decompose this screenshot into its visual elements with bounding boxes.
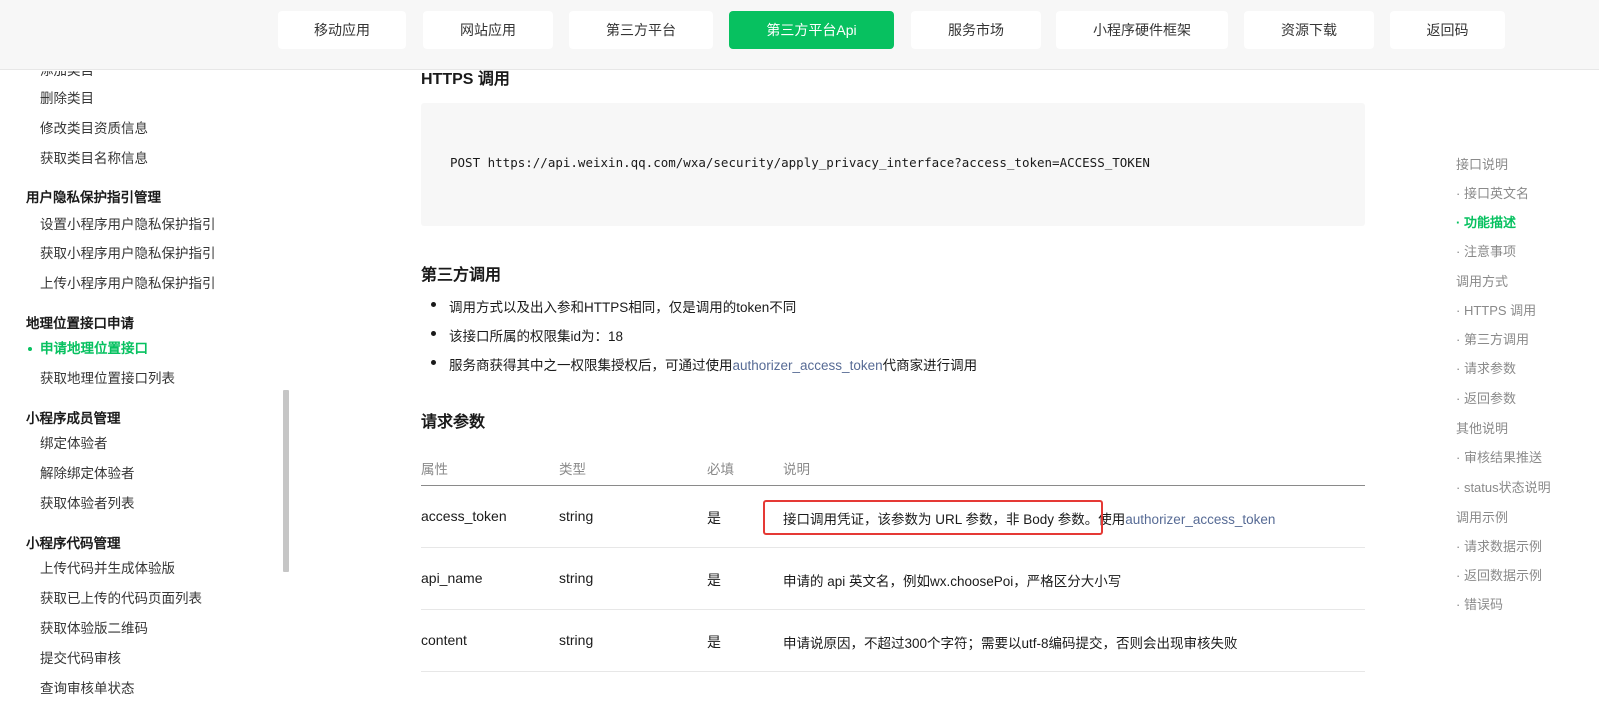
table-row-divider xyxy=(421,547,1365,548)
sidebar-item-submit-audit[interactable]: 提交代码审核 xyxy=(40,650,121,668)
table-cell-desc: 申请说原因，不超过300个字符；需要以utf-8编码提交，否则会出现审核失败 xyxy=(783,636,1238,651)
table-cell-required: 是 xyxy=(707,510,721,526)
toc-item-third-party[interactable]: · 第三方调用 xyxy=(1456,329,1529,348)
tab-hardware-framework[interactable]: 小程序硬件框架 xyxy=(1056,11,1228,49)
table-cell-required: 是 xyxy=(707,634,721,650)
sidebar-item-bind-tester[interactable]: 绑定体验者 xyxy=(40,435,108,453)
sidebar-item-tester-list[interactable]: 获取体验者列表 xyxy=(40,495,135,513)
sidebar-group-code[interactable]: 小程序代码管理 xyxy=(26,535,121,553)
table-cell-desc: 申请的 api 英文名，例如wx.choosePoi，严格区分大小写 xyxy=(783,574,1122,589)
tab-third-party-platform[interactable]: 第三方平台 xyxy=(569,11,713,49)
toc-item-function[interactable]: · 功能描述 xyxy=(1456,212,1516,231)
sidebar-group-privacy[interactable]: 用户隐私保护指引管理 xyxy=(26,189,161,207)
sidebar-group-location[interactable]: 地理位置接口申请 xyxy=(26,315,134,333)
request-url-code: POST https://api.weixin.qq.com/wxa/secur… xyxy=(450,155,1150,170)
toc-item-request-params[interactable]: · 请求参数 xyxy=(1456,358,1516,377)
toc-item-api-name[interactable]: · 接口英文名 xyxy=(1456,183,1529,202)
request-params-title: 请求参数 xyxy=(421,414,486,431)
sidebar-item-add-category[interactable]: 添加类目 xyxy=(40,71,94,80)
table-header-desc: 说明 xyxy=(783,462,810,477)
toc-item-request-example[interactable]: · 请求数据示例 xyxy=(1456,536,1542,555)
top-navigation: 移动应用 网站应用 第三方平台 第三方平台Api 服务市场 小程序硬件框架 资源… xyxy=(0,0,1599,70)
tab-mobile-app[interactable]: 移动应用 xyxy=(278,11,406,49)
table-header-type: 类型 xyxy=(559,462,586,477)
authorizer-token-link[interactable]: authorizer_access_token xyxy=(1125,512,1275,527)
toc-item-other[interactable]: 其他说明 xyxy=(1456,418,1508,437)
toc-item-response-example[interactable]: · 返回数据示例 xyxy=(1456,565,1542,584)
sidebar-item-delete-category[interactable]: 删除类目 xyxy=(40,90,94,108)
table-header-divider xyxy=(421,485,1365,486)
list-item: 服务商获得其中之一权限集授权后，可通过使用authorizer_access_t… xyxy=(431,354,977,374)
toc-item-https[interactable]: · HTTPS 调用 xyxy=(1456,300,1536,319)
highlight-box xyxy=(763,500,1103,535)
list-item: 该接口所属的权限集id为：18 xyxy=(431,325,623,345)
sidebar-scrollbar[interactable] xyxy=(283,390,289,572)
sidebar-item-unbind-tester[interactable]: 解除绑定体验者 xyxy=(40,465,135,483)
toc-item-api-desc[interactable]: 接口说明 xyxy=(1456,154,1508,173)
tab-return-code[interactable]: 返回码 xyxy=(1390,11,1505,49)
tab-website-app[interactable]: 网站应用 xyxy=(423,11,553,49)
table-cell-type: string xyxy=(559,632,594,648)
table-cell-name: api_name xyxy=(421,570,483,586)
sidebar-item-apply-location[interactable]: 申请地理位置接口 xyxy=(40,340,148,358)
table-cell-required: 是 xyxy=(707,572,721,588)
table-header-name: 属性 xyxy=(421,462,448,477)
authorizer-token-link[interactable]: authorizer_access_token xyxy=(733,358,883,373)
sidebar: 添加类目 删除类目 修改类目资质信息 获取类目名称信息 用户隐私保护指引管理 设… xyxy=(0,71,289,706)
sidebar-item-upload-privacy[interactable]: 上传小程序用户隐私保护指引 xyxy=(40,275,216,293)
sidebar-item-qrcode[interactable]: 获取体验版二维码 xyxy=(40,620,148,638)
sidebar-item-modify-category[interactable]: 修改类目资质信息 xyxy=(40,120,148,138)
table-cell-type: string xyxy=(559,508,594,524)
sidebar-item-get-category-name[interactable]: 获取类目名称信息 xyxy=(40,150,148,168)
list-item: 调用方式以及出入参和HTTPS相同，仅是调用的token不同 xyxy=(431,296,796,316)
sidebar-item-page-list[interactable]: 获取已上传的代码页面列表 xyxy=(40,590,202,608)
tab-resource-download[interactable]: 资源下载 xyxy=(1244,11,1374,49)
table-header-required: 必填 xyxy=(707,462,734,477)
toc-item-examples[interactable]: 调用示例 xyxy=(1456,507,1508,526)
toc-item-error-code[interactable]: · 错误码 xyxy=(1456,594,1503,613)
main-content: HTTPS 调用 POST https://api.weixin.qq.com/… xyxy=(421,71,1365,706)
sidebar-item-upload-code[interactable]: 上传代码并生成体验版 xyxy=(40,560,175,578)
toc-item-notes[interactable]: · 注意事项 xyxy=(1456,241,1516,260)
sidebar-group-members[interactable]: 小程序成员管理 xyxy=(26,410,121,428)
sidebar-item-audit-status[interactable]: 查询审核单状态 xyxy=(40,680,135,698)
table-row-divider xyxy=(421,609,1365,610)
tab-service-market[interactable]: 服务市场 xyxy=(911,11,1041,49)
third-party-call-title: 第三方调用 xyxy=(421,267,502,284)
toc-item-status[interactable]: · status状态说明 xyxy=(1456,477,1551,496)
sidebar-item-get-privacy[interactable]: 获取小程序用户隐私保护指引 xyxy=(40,245,216,263)
table-cell-name: access_token xyxy=(421,508,507,524)
table-cell-name: content xyxy=(421,632,467,648)
table-row-divider xyxy=(421,671,1365,672)
toc-item-audit-push[interactable]: · 审核结果推送 xyxy=(1456,447,1542,466)
toc-item-response-params[interactable]: · 返回参数 xyxy=(1456,388,1516,407)
code-block: POST https://api.weixin.qq.com/wxa/secur… xyxy=(421,103,1365,226)
table-cell-type: string xyxy=(559,570,594,586)
tab-third-party-api[interactable]: 第三方平台Api xyxy=(729,11,894,49)
sidebar-item-set-privacy[interactable]: 设置小程序用户隐私保护指引 xyxy=(40,216,216,234)
toc-item-call-method[interactable]: 调用方式 xyxy=(1456,271,1508,290)
sidebar-item-location-list[interactable]: 获取地理位置接口列表 xyxy=(40,370,175,388)
active-dot-icon xyxy=(28,347,32,351)
